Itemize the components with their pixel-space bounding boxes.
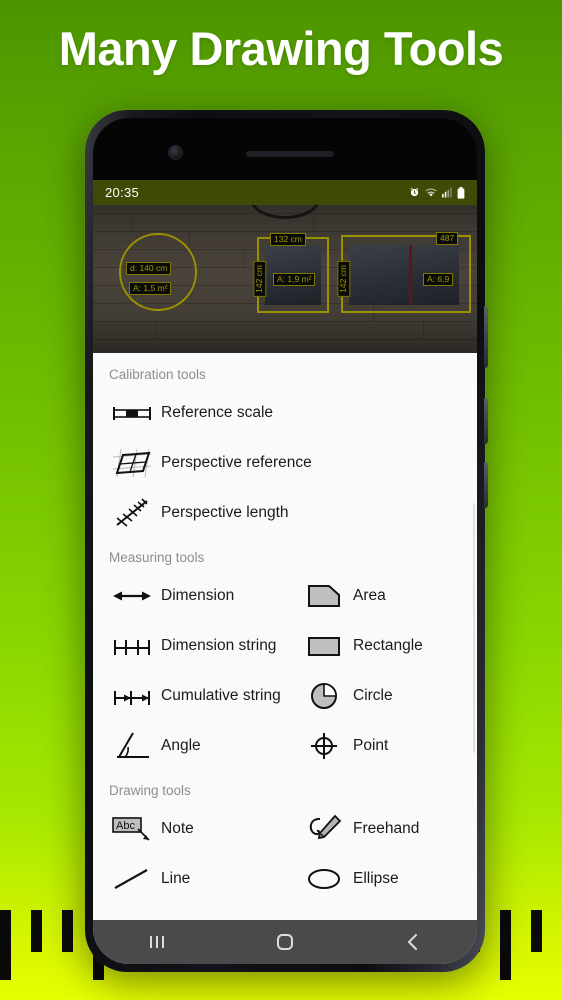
- measuring-right-column: Area Rectangle Circle Point: [285, 571, 477, 771]
- angle-icon: [109, 731, 155, 761]
- section-measuring-tools: Measuring tools Dimension Dimension stri…: [93, 550, 477, 771]
- phone-volume-down-button[interactable]: [484, 398, 488, 444]
- drawing-left-column: Abc Note Line: [93, 804, 285, 904]
- tool-line[interactable]: Line: [93, 854, 285, 904]
- page-title: Many Drawing Tools: [58, 22, 504, 75]
- phone-screen: 20:35 d: 140 cm A: 1,5 m² 132 cm 142 cm …: [93, 180, 477, 964]
- front-camera-icon: [169, 146, 182, 159]
- tool-label: Area: [353, 587, 386, 605]
- home-icon: [275, 932, 295, 952]
- phone-power-button[interactable]: [484, 462, 488, 508]
- home-button[interactable]: [255, 920, 315, 964]
- tool-perspective-length[interactable]: Perspective length: [93, 488, 477, 538]
- tool-label: Angle: [161, 737, 201, 755]
- section-calibration-tools: Calibration tools Reference scale Perspe…: [93, 367, 477, 538]
- tool-label: Note: [161, 820, 194, 838]
- section-title: Drawing tools: [109, 783, 191, 798]
- phone-top-bezel: [93, 118, 477, 180]
- promo-screenshot: Many Drawing Tools 20:35 d: 140 cm A: 1,…: [0, 0, 562, 1000]
- alarm-icon: [409, 187, 420, 198]
- ruler-tick: [531, 910, 542, 952]
- tool-freehand[interactable]: Freehand: [285, 804, 477, 854]
- tool-label: Perspective reference: [161, 454, 312, 472]
- tool-circle[interactable]: Circle: [285, 671, 477, 721]
- photo-dim-overlay: [93, 205, 477, 353]
- drawing-right-column: Freehand Ellipse: [285, 804, 477, 904]
- ruler-tick: [500, 910, 511, 980]
- tool-angle[interactable]: Angle: [93, 721, 285, 771]
- tool-dimension-string[interactable]: Dimension string: [93, 621, 285, 671]
- tool-label: Circle: [353, 687, 393, 705]
- tool-perspective-reference[interactable]: Perspective reference: [93, 438, 477, 488]
- perspective-reference-icon: [109, 447, 155, 479]
- ruler-tick: [0, 910, 11, 980]
- svg-text:Abc: Abc: [116, 820, 135, 832]
- tool-cumulative-string[interactable]: Cumulative string: [93, 671, 285, 721]
- rectangle-icon: [301, 633, 347, 659]
- tool-area[interactable]: Area: [285, 571, 477, 621]
- status-icon-group: [409, 186, 465, 199]
- section-drawing-tools: Drawing tools Abc Note Line Freehand Ell…: [93, 783, 477, 904]
- dimension-string-icon: [109, 635, 155, 657]
- section-title: Measuring tools: [109, 550, 205, 565]
- phone-mockup: 20:35 d: 140 cm A: 1,5 m² 132 cm 142 cm …: [85, 110, 488, 972]
- ruler-tick: [62, 910, 73, 952]
- tool-reference-scale[interactable]: Reference scale: [93, 388, 477, 438]
- back-icon: [404, 933, 422, 951]
- tool-label: Dimension: [161, 587, 235, 605]
- back-button[interactable]: [383, 920, 443, 964]
- area-icon: [301, 583, 347, 609]
- note-icon: Abc: [109, 815, 155, 843]
- ruler-tick: [31, 910, 42, 952]
- dimension-icon: [109, 586, 155, 606]
- photo-canvas[interactable]: d: 140 cm A: 1,5 m² 132 cm 142 cm A: 1,9…: [93, 205, 477, 353]
- earpiece-speaker-icon: [246, 151, 334, 157]
- cumulative-string-icon: [109, 685, 155, 707]
- android-navigation-bar: [93, 920, 477, 964]
- point-icon: [301, 731, 347, 761]
- tool-label: Rectangle: [353, 637, 423, 655]
- tool-label: Ellipse: [353, 870, 399, 888]
- reference-scale-icon: [109, 403, 155, 423]
- battery-icon: [457, 186, 465, 199]
- tool-label: Line: [161, 870, 191, 888]
- wifi-icon: [425, 187, 437, 198]
- tool-label: Freehand: [353, 820, 420, 838]
- tool-point[interactable]: Point: [285, 721, 477, 771]
- measuring-left-column: Dimension Dimension string Cumulative st…: [93, 571, 285, 771]
- tool-label: Cumulative string: [161, 687, 281, 705]
- status-clock: 20:35: [105, 185, 140, 200]
- tool-label: Dimension string: [161, 637, 277, 655]
- tool-rectangle[interactable]: Rectangle: [285, 621, 477, 671]
- phone-volume-up-button[interactable]: [484, 306, 488, 368]
- tool-dimension[interactable]: Dimension: [93, 571, 285, 621]
- panel-scrollbar[interactable]: [473, 503, 475, 753]
- tool-label: Perspective length: [161, 504, 289, 522]
- recents-button[interactable]: [127, 920, 187, 964]
- circle-icon: [301, 681, 347, 711]
- tool-label: Reference scale: [161, 404, 274, 422]
- tools-panel: Calibration tools Reference scale Perspe…: [93, 353, 477, 920]
- phone-body: 20:35 d: 140 cm A: 1,5 m² 132 cm 142 cm …: [93, 118, 477, 964]
- section-title: Calibration tools: [109, 367, 206, 382]
- signal-icon: [442, 187, 452, 198]
- freehand-icon: [301, 814, 347, 844]
- tool-label: Point: [353, 737, 389, 755]
- tool-note[interactable]: Abc Note: [93, 804, 285, 854]
- tool-ellipse[interactable]: Ellipse: [285, 854, 477, 904]
- status-bar: 20:35: [93, 180, 477, 205]
- recents-icon: [147, 933, 167, 951]
- ellipse-icon: [301, 866, 347, 892]
- line-icon: [109, 866, 155, 892]
- perspective-length-icon: [109, 497, 155, 529]
